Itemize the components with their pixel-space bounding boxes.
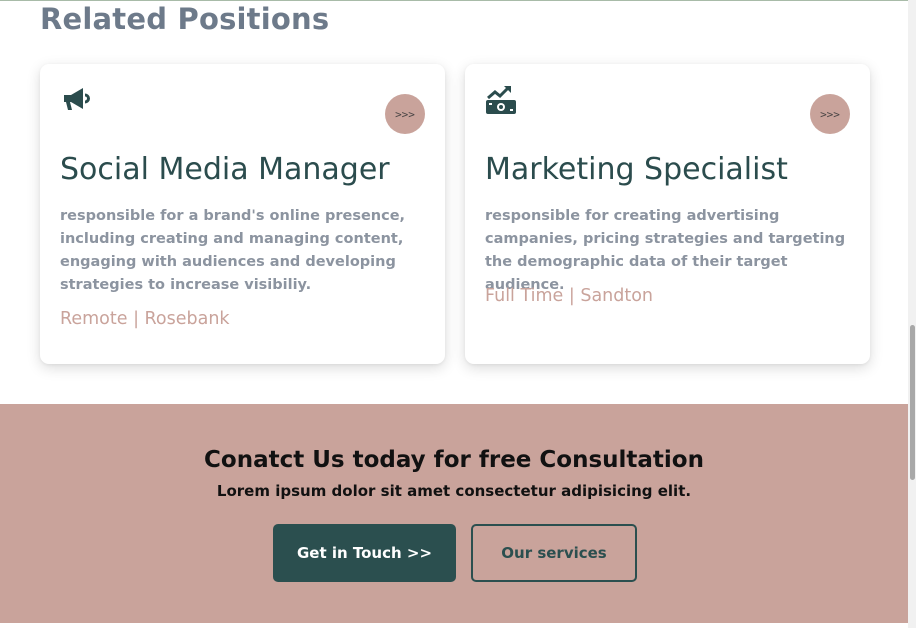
money-growth-icon: [485, 84, 517, 116]
job-title: Social Media Manager: [60, 152, 390, 187]
contact-subtitle: Lorem ipsum dolor sit amet consectetur a…: [216, 482, 692, 500]
job-description: responsible for creating advertising cam…: [485, 208, 846, 293]
scrollbar-thumb[interactable]: [910, 325, 915, 480]
job-meta: Remote | Rosebank: [60, 309, 230, 329]
vertical-scrollbar[interactable]: [908, 0, 916, 628]
card-arrow-button[interactable]: >>>: [385, 94, 425, 134]
contact-section: Conatct Us today for free Consultation L…: [0, 404, 908, 628]
job-meta: Full Time | Sandton: [485, 286, 654, 306]
megaphone-icon: [60, 84, 92, 116]
job-card-marketing-specialist[interactable]: >>> Marketing Specialist responsible for…: [465, 64, 870, 364]
section-title: Related Positions: [40, 2, 330, 36]
card-arrow-button[interactable]: >>>: [810, 94, 850, 134]
job-card-social-media-manager[interactable]: >>> Social Media Manager responsible for…: [40, 64, 445, 364]
get-in-touch-button[interactable]: Get in Touch >>: [273, 524, 456, 582]
page-bottom-strip: [0, 623, 908, 628]
job-title: Marketing Specialist: [485, 152, 788, 187]
our-services-button[interactable]: Our services: [471, 524, 637, 582]
job-description: responsible for a brand's online presenc…: [60, 208, 406, 293]
top-divider: [0, 0, 908, 1]
page: Related Positions >>> Social Media Manag…: [0, 0, 916, 628]
contact-title: Conatct Us today for free Consultation: [204, 447, 704, 473]
